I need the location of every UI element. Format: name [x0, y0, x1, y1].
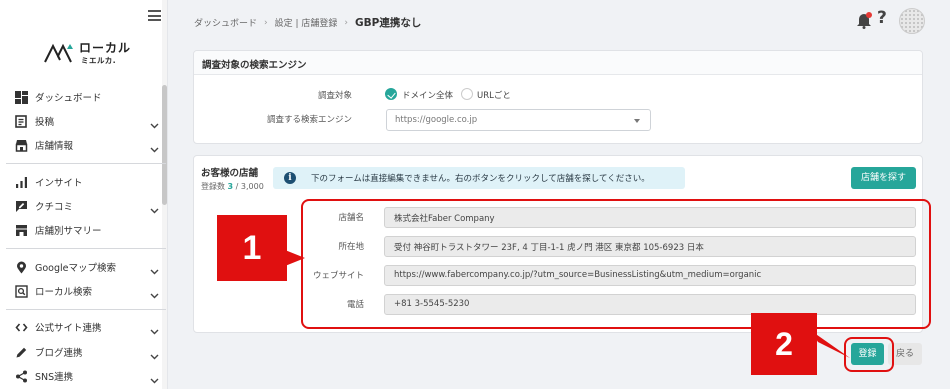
search-box-icon [14, 284, 28, 298]
target-label: 調査対象 [317, 91, 352, 101]
store-count: 登録数 3 / 3,000 [201, 181, 264, 192]
notification-bell-icon[interactable] [856, 11, 872, 29]
highlight-register-button [844, 337, 894, 372]
breadcrumb-settings[interactable]: 設定 | 店舗登録 [275, 16, 338, 29]
code-icon [14, 320, 28, 334]
chevron-down-icon [150, 269, 159, 275]
caret-down-icon [634, 119, 640, 123]
info-icon: i [284, 172, 296, 184]
sidebar-item-official-site[interactable]: 公式サイト連携 [0, 316, 166, 338]
pen-icon [14, 345, 28, 359]
sidebar-item-store-info[interactable]: 店舗情報 [0, 134, 166, 156]
breadcrumb-dashboard[interactable]: ダッシュボード [194, 16, 257, 29]
radio-domain-wide-label[interactable]: ドメイン全体 [402, 89, 453, 101]
chevron-down-icon [150, 354, 159, 360]
highlight-store-fields [301, 199, 931, 329]
breadcrumb-separator: › [264, 17, 268, 28]
insight-icon [14, 175, 28, 189]
menu-toggle-icon[interactable] [148, 10, 161, 21]
dashboard-icon [14, 90, 28, 104]
search-engine-value: https://google.co.jp [395, 115, 478, 125]
sidebar-item-label: 投稿 [35, 117, 55, 128]
callout-pointer-1 [285, 250, 305, 266]
sidebar-item-post[interactable]: 投稿 [0, 110, 166, 132]
chevron-down-icon [150, 147, 159, 153]
sidebar-item-store-summary[interactable]: 店舗別サマリー [0, 219, 166, 241]
post-icon [14, 114, 28, 128]
sidebar-item-label: クチコミ [35, 202, 74, 213]
panel-header: 調査対象の検索エンジン [194, 51, 922, 75]
sidebar-item-label: Googleマップ検索 [35, 263, 117, 274]
sidebar-item-label: 店舗情報 [35, 141, 74, 152]
app-logo[interactable]: ローカル ミエルカ. [43, 38, 133, 68]
store-panel-title: お客様の店舗 [201, 168, 259, 179]
sidebar-item-dashboard[interactable]: ダッシュボード [0, 86, 166, 108]
page-title: GBP連携なし [355, 17, 422, 29]
top-bar: ダッシュボード › 設定 | 店舗登録 › GBP連携なし ? [168, 0, 950, 44]
find-store-button[interactable]: 店舗を探す [851, 167, 916, 189]
sidebar-divider [6, 248, 166, 249]
sidebar-item-google-map-search[interactable]: Googleマップ検索 [0, 256, 166, 278]
logo-text-line1: ローカル [79, 41, 132, 55]
sidebar-item-sns[interactable]: SNS連携 [0, 365, 166, 387]
help-icon[interactable]: ? [877, 8, 887, 28]
review-icon [14, 199, 28, 213]
logo-text-line2: ミエルカ. [81, 56, 117, 65]
info-text: 下のフォームは直接編集できません。右のボタンをクリックして店舗を探してください。 [311, 174, 650, 184]
sidebar-item-label: 公式サイト連携 [35, 323, 102, 334]
annotation-badge-2: 2 [751, 313, 817, 375]
radio-per-url-label[interactable]: URLごと [477, 89, 511, 101]
sidebar-item-label: ローカル検索 [35, 287, 93, 298]
store-count-total: / 3,000 [235, 182, 264, 191]
store-icon [14, 138, 28, 152]
breadcrumb-separator: › [344, 17, 348, 28]
chevron-down-icon [150, 329, 159, 335]
chevron-down-icon [150, 208, 159, 214]
chevron-down-icon [150, 293, 159, 299]
radio-domain-wide[interactable] [385, 88, 397, 100]
breadcrumb: ダッシュボード › 設定 | 店舗登録 › GBP連携なし [194, 15, 421, 30]
sidebar-item-local-search[interactable]: ローカル検索 [0, 280, 166, 302]
sidebar-divider [6, 163, 166, 164]
sidebar-item-blog[interactable]: ブログ連携 [0, 341, 166, 363]
summary-icon [14, 223, 28, 237]
sidebar-item-label: ブログ連携 [35, 348, 83, 359]
sidebar-item-label: インサイト [35, 178, 83, 189]
sidebar-item-label: SNS連携 [35, 372, 74, 383]
map-pin-icon [14, 260, 28, 274]
avatar[interactable] [899, 8, 925, 34]
search-engine-select[interactable]: https://google.co.jp [386, 109, 651, 131]
radio-per-url[interactable] [461, 88, 473, 100]
sidebar: ローカル ミエルカ. ダッシュボード 投稿 店舗情報 インサイト クチコミ 店舗… [0, 0, 168, 389]
panel-title: 調査対象の検索エンジン [202, 60, 307, 71]
engine-label: 調査する検索エンジン [266, 115, 352, 125]
chevron-down-icon [150, 123, 159, 129]
sidebar-item-review[interactable]: クチコミ [0, 195, 166, 217]
sidebar-divider [6, 309, 166, 310]
info-message: i 下のフォームは直接編集できません。右のボタンをクリックして店舗を探してくださ… [273, 167, 685, 189]
store-count-value: 3 [227, 182, 234, 191]
sidebar-item-label: ダッシュボード [35, 93, 102, 104]
store-count-prefix: 登録数 [201, 182, 225, 191]
logo-mountain-icon [44, 43, 73, 63]
sidebar-item-insight[interactable]: インサイト [0, 171, 166, 193]
sidebar-item-label: 店舗別サマリー [35, 226, 102, 237]
annotation-badge-1: 1 [217, 215, 287, 281]
share-icon [14, 369, 28, 383]
chevron-down-icon [150, 378, 159, 384]
